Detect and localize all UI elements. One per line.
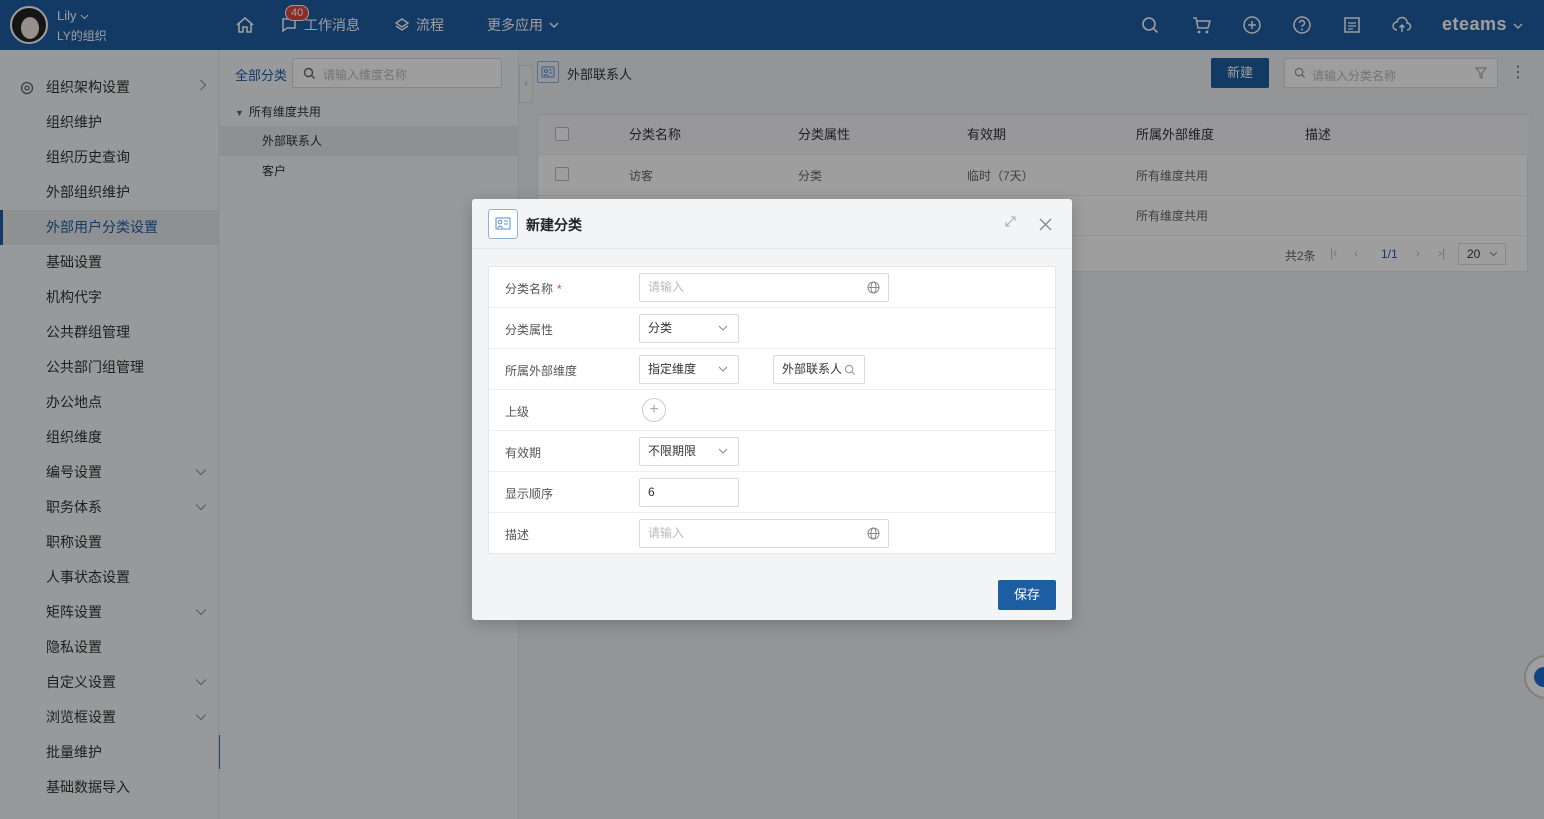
validity-select-value: 不限期限: [648, 444, 697, 458]
dialog-title: 新建分类: [526, 217, 582, 233]
add-parent-button[interactable]: +: [642, 398, 666, 422]
form-row-desc: 描述 请输入: [489, 513, 1055, 554]
new-category-dialog: 新建分类 分类名称 * 请输入 分类属性 分类 所属外部维度 指定维度 外部联系…: [472, 199, 1072, 620]
desc-label: 描述: [505, 528, 530, 542]
expand-icon[interactable]: [1004, 215, 1017, 228]
form-row-parent: 上级 +: [489, 390, 1055, 431]
category-icon: [488, 209, 518, 239]
parent-label: 上级: [505, 405, 530, 419]
desc-input-placeholder: 请输入: [648, 526, 685, 540]
form-row-name: 分类名称 * 请输入: [489, 267, 1055, 308]
validity-label: 有效期: [505, 446, 542, 460]
order-label: 显示顺序: [505, 487, 554, 501]
close-icon[interactable]: [1039, 218, 1052, 231]
save-button[interactable]: 保存: [998, 580, 1056, 610]
attr-label: 分类属性: [505, 323, 554, 337]
name-input-placeholder: 请输入: [648, 280, 685, 294]
dimension-select-value: 指定维度: [648, 362, 697, 376]
name-label: 分类名称 *: [505, 282, 562, 296]
form-row-attr: 分类属性 分类: [489, 308, 1055, 349]
dimension-browse-value: 外部联系人: [782, 362, 843, 376]
order-input[interactable]: 6: [639, 478, 739, 507]
globe-icon[interactable]: [867, 527, 880, 540]
attr-select[interactable]: 分类: [639, 314, 739, 343]
validity-select[interactable]: 不限期限: [639, 437, 739, 466]
form-row-dimension: 所属外部维度 指定维度 外部联系人: [489, 349, 1055, 390]
globe-icon[interactable]: [867, 281, 880, 294]
required-mark: *: [557, 282, 562, 296]
attr-select-value: 分类: [648, 321, 673, 335]
form-row-order: 显示顺序 6: [489, 472, 1055, 513]
dimension-label: 所属外部维度: [505, 364, 578, 378]
category-form: 分类名称 * 请输入 分类属性 分类 所属外部维度 指定维度 外部联系人 上级 …: [488, 266, 1056, 554]
dialog-header: 新建分类: [472, 199, 1072, 249]
desc-input[interactable]: 请输入: [639, 519, 889, 548]
chevron-down-icon: [718, 325, 728, 331]
order-input-value: 6: [648, 485, 655, 499]
dimension-browse-input[interactable]: 外部联系人: [773, 355, 865, 384]
chevron-down-icon: [718, 448, 728, 454]
chevron-down-icon: [718, 366, 728, 372]
form-row-validity: 有效期 不限期限: [489, 431, 1055, 472]
search-icon[interactable]: [844, 364, 856, 376]
name-input[interactable]: 请输入: [639, 273, 889, 302]
dimension-select[interactable]: 指定维度: [639, 355, 739, 384]
